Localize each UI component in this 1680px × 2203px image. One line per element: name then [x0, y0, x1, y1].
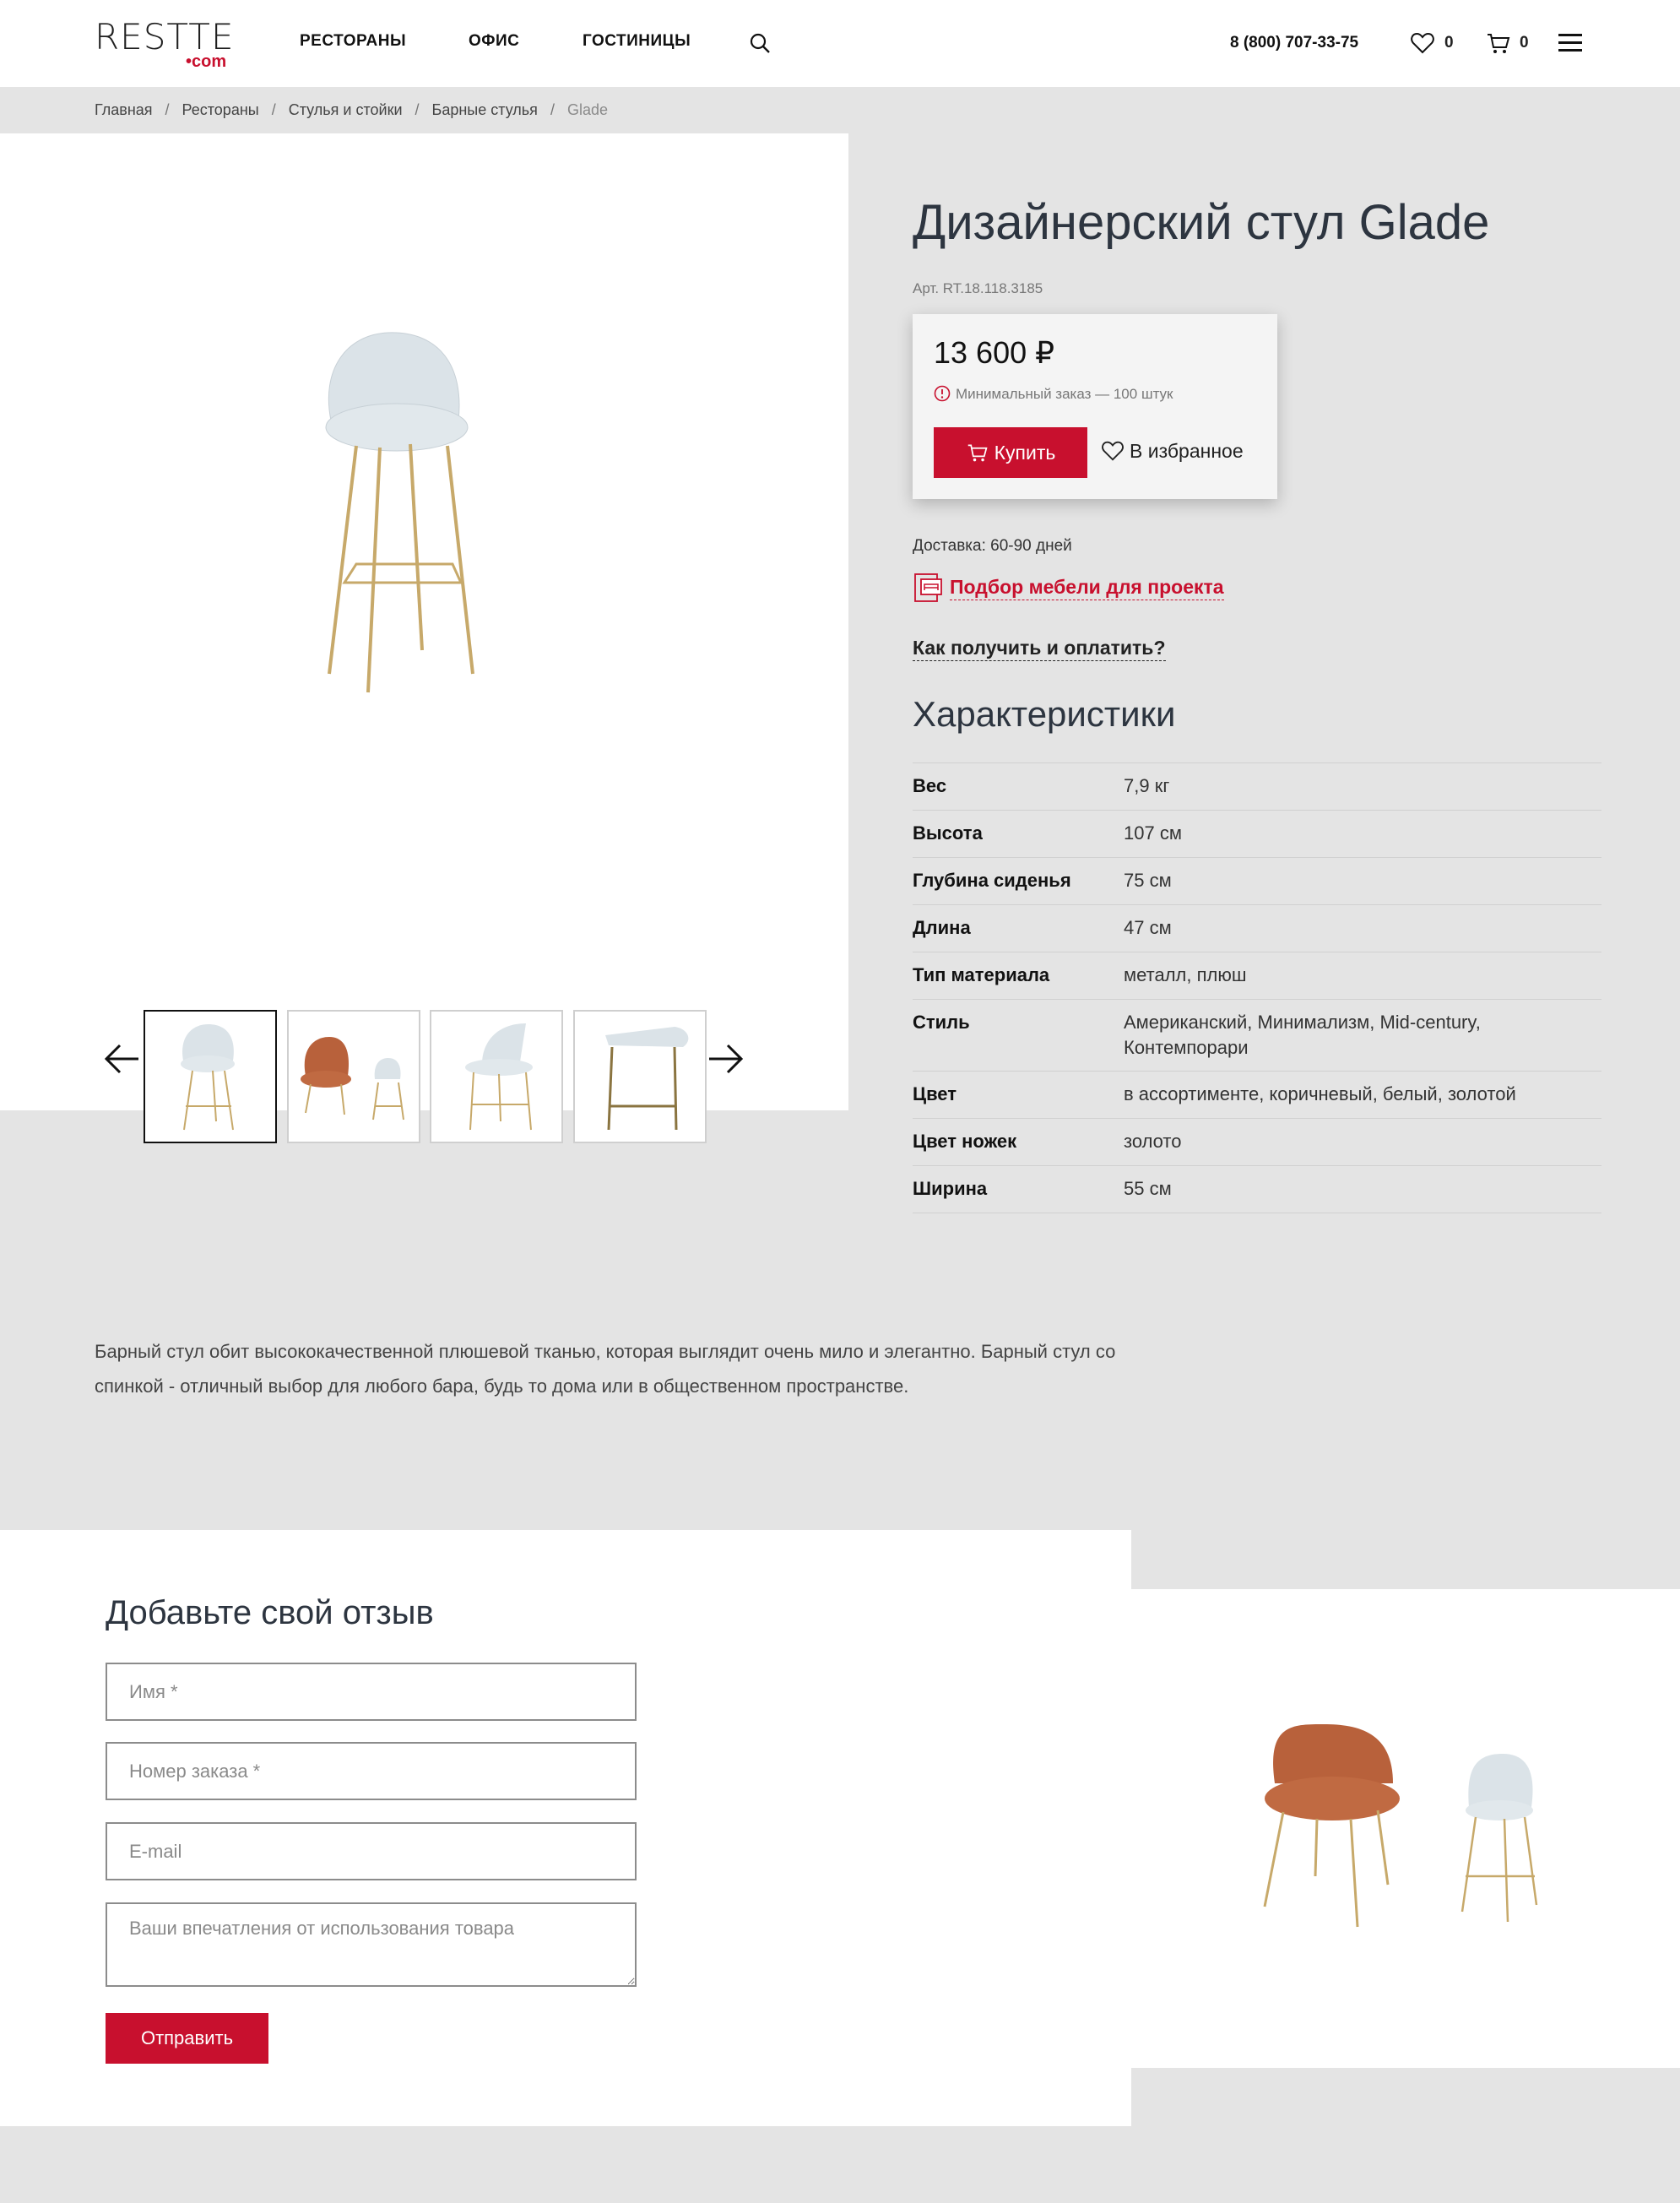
spec-key: Вес — [913, 775, 947, 796]
logo-text: RESTTE — [95, 16, 235, 57]
review-form: Добавьте свой отзыв Отправить — [0, 1530, 1131, 2126]
logo-domain: •com — [186, 52, 227, 71]
thumbnail-photo — [465, 1023, 533, 1131]
thumbnail-photo — [181, 1024, 235, 1131]
spec-value: золото — [1124, 1131, 1182, 1152]
comment-field[interactable] — [106, 1902, 637, 1987]
buy-button[interactable]: Купить — [934, 427, 1087, 478]
cart-count: 0 — [1520, 34, 1529, 52]
spec-value: в ассортименте, коричневый, белый, золот… — [1124, 1083, 1516, 1104]
heart-icon — [1102, 441, 1124, 461]
spec-key: Стиль — [913, 1012, 970, 1033]
thumbnail-photo — [605, 1027, 689, 1131]
how-to-buy-link[interactable]: Как получить и оплатить? — [913, 637, 1166, 661]
spec-key: Глубина сиденья — [913, 870, 1071, 891]
spec-value: 75 см — [1124, 870, 1172, 891]
thumbnail-3[interactable] — [430, 1010, 563, 1143]
product-sku: Арт. RT.18.118.3185 — [913, 280, 1043, 296]
spec-value: 107 см — [1124, 822, 1182, 844]
product-description: Барный стул обит высококачественной плюш… — [95, 1341, 1116, 1397]
project-selection-link[interactable]: Подбор мебели для проекта — [913, 572, 1224, 604]
catalog-icon — [914, 573, 942, 602]
spec-value: 7,9 кг — [1124, 775, 1170, 796]
breadcrumb: Главная / Рестораны / Стулья и стойки / Барные… — [95, 101, 608, 118]
heart-icon[interactable] — [1410, 30, 1435, 56]
breadcrumb-current: Glade — [566, 101, 608, 118]
spec-row: Стиль Американский, Минимализм, Mid-centu… — [913, 1000, 1601, 1072]
spec-row: Вес 7,9 кг — [913, 763, 1601, 811]
product-gallery — [0, 133, 848, 1143]
min-order-text: Минимальный заказ — 100 штук — [956, 386, 1173, 402]
cart-icon[interactable] — [1486, 30, 1511, 56]
submit-button[interactable]: Отправить — [106, 2013, 268, 2064]
spec-row: Глубина сиденья 75 см — [913, 858, 1601, 905]
min-order-note: Минимальный заказ — 100 штук — [934, 385, 1173, 403]
spec-key: Высота — [913, 822, 983, 844]
delivery-info: Доставка: 60-90 дней — [913, 537, 1072, 555]
spec-key: Цвет — [913, 1083, 957, 1104]
arrow-right-icon[interactable] — [707, 1042, 745, 1076]
thumbnail-2[interactable] — [287, 1010, 420, 1143]
nav-hotels[interactable]: ГОСТИНИЦЫ — [583, 32, 691, 51]
spec-row: Высота 107 см — [913, 811, 1601, 858]
search-icon[interactable] — [749, 32, 771, 54]
cart-icon — [967, 444, 988, 462]
chairs-photo — [1263, 1724, 1538, 1928]
product-price: 13 600 ₽ — [934, 335, 1055, 370]
spec-key: Длина — [913, 917, 971, 938]
add-to-favorites-button[interactable]: В избранное — [1101, 439, 1244, 463]
specs-title: Характеристики — [913, 694, 1176, 734]
nav-restaurants[interactable]: РЕСТОРАНЫ — [300, 32, 406, 51]
spec-value: металл, плюш — [1124, 964, 1247, 985]
promo-image — [1131, 1589, 1680, 2068]
spec-key: Тип материала — [913, 964, 1050, 985]
review-title: Добавьте свой отзыв — [106, 1594, 434, 1631]
name-field[interactable] — [106, 1663, 637, 1721]
spec-row: Длина 47 см — [913, 905, 1601, 952]
main-product-photo[interactable] — [304, 319, 574, 708]
breadcrumb-home[interactable]: Главная — [95, 101, 153, 118]
thumbnail-photo — [301, 1037, 404, 1120]
breadcrumb-bar-chairs[interactable]: Барные стулья — [432, 101, 538, 118]
phone-number[interactable]: 8 (800) 707-33-75 — [1230, 34, 1358, 52]
order-number-field[interactable] — [106, 1742, 637, 1800]
email-field[interactable] — [106, 1822, 637, 1880]
spec-row: Цвет ножек золото — [913, 1119, 1601, 1166]
spec-row: Ширина 55 см — [913, 1166, 1601, 1213]
thumbnail-4[interactable] — [573, 1010, 707, 1143]
spec-value: 55 см — [1124, 1178, 1172, 1199]
nav-office[interactable]: ОФИС — [469, 32, 519, 51]
breadcrumb-restaurants[interactable]: Рестораны — [182, 101, 259, 118]
favorites-count: 0 — [1444, 34, 1454, 52]
spec-row: Тип материала металл, плюш — [913, 952, 1601, 1000]
logo[interactable]: RESTTE •com — [95, 16, 238, 72]
arrow-left-icon[interactable] — [103, 1042, 140, 1076]
spec-value: 47 см — [1124, 917, 1172, 938]
site-header: RESTTE •com РЕСТОРАНЫ ОФИС ГОСТИНИЦЫ 8 (… — [0, 0, 1680, 87]
menu-icon[interactable] — [1558, 34, 1582, 52]
spec-value: Американский, Минимализм, Mid-century, К… — [1124, 1012, 1481, 1058]
thumbnail-1[interactable] — [144, 1010, 277, 1143]
favorites-label: В избранное — [1130, 439, 1244, 462]
product-title: Дизайнерский стул Glade — [913, 195, 1490, 250]
price-card: 13 600 ₽ Минимальный заказ — 100 штук Ку… — [913, 314, 1277, 499]
breadcrumb-chairs[interactable]: Стулья и стойки — [289, 101, 403, 118]
spec-key: Цвет ножек — [913, 1131, 1017, 1152]
buy-button-label: Купить — [994, 441, 1056, 464]
info-icon — [934, 385, 951, 402]
specs-table: Вес 7,9 кг Высота 107 см Глубина сиденья 75… — [913, 762, 1601, 1213]
spec-row: Цвет в ассортименте, коричневый, белый, з… — [913, 1072, 1601, 1119]
project-link-text: Подбор мебели для проекта — [950, 576, 1224, 600]
spec-key: Ширина — [913, 1178, 988, 1199]
